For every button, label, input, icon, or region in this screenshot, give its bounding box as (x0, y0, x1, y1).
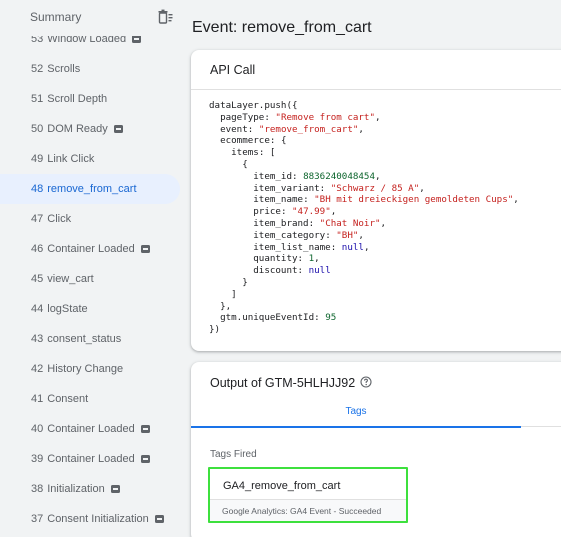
event-number: 47 (31, 213, 44, 225)
output-title: Output of GTM-5HLHJJ92 (210, 376, 356, 390)
api-call-header: API Call (191, 50, 561, 90)
event-number: 44 (31, 303, 44, 315)
event-label: Consent (47, 393, 89, 405)
sidebar-item[interactable]: 37 Consent Initialization (0, 504, 184, 534)
event-label: view_cart (47, 273, 94, 285)
event-list: 53 Window Loaded 52 Scrolls 51 Scroll Depth 50… (0, 24, 184, 534)
event-number: 39 (31, 453, 44, 465)
event-label: remove_from_cart (47, 183, 137, 195)
tag-status: Google Analytics: GA4 Event - Succeeded (210, 499, 406, 521)
event-number: 40 (31, 423, 44, 435)
event-label: Container Loaded (47, 453, 135, 465)
event-title: Event: remove_from_cart (192, 19, 372, 36)
event-number: 43 (31, 333, 44, 345)
container-event-icon (132, 35, 142, 43)
event-number: 52 (31, 63, 44, 75)
sidebar-item[interactable]: 47 Click (0, 204, 184, 234)
sidebar-item[interactable]: 44 logState (0, 294, 184, 324)
sidebar-item[interactable]: 42 History Change (0, 354, 184, 384)
sidebar-item[interactable]: 51 Scroll Depth (0, 84, 184, 114)
container-event-icon (140, 425, 150, 433)
sidebar: 53 Window Loaded 52 Scrolls 51 Scroll Depth 50… (0, 0, 184, 537)
event-number: 50 (31, 123, 44, 135)
tag-card[interactable]: GA4_remove_from_cart Google Analytics: G… (208, 467, 408, 523)
output-card: Output of GTM-5HLHJJ92 Tags Tags Fired G… (191, 362, 561, 537)
event-label: Consent Initialization (47, 513, 149, 525)
event-label: DOM Ready (47, 123, 108, 135)
output-tabs: Tags (191, 402, 561, 428)
sidebar-item[interactable]: 41 Consent (0, 384, 184, 414)
sidebar-item[interactable]: 46 Container Loaded (0, 234, 184, 264)
event-number: 51 (31, 93, 44, 105)
sidebar-item[interactable]: 45 view_cart (0, 264, 184, 294)
sidebar-item[interactable]: 50 DOM Ready (0, 114, 184, 144)
event-label: Container Loaded (47, 243, 135, 255)
event-number: 45 (31, 273, 44, 285)
tab-indicator (191, 426, 521, 428)
code-block: dataLayer.push({ pageType: "Remove from … (209, 100, 519, 336)
event-label: History Change (47, 363, 124, 375)
event-label: Link Click (47, 153, 95, 165)
tags-fired-label: Tags Fired (210, 449, 257, 460)
event-label: logState (47, 303, 88, 315)
sidebar-item[interactable]: 48 remove_from_cart (0, 174, 180, 204)
event-label: Initialization (47, 483, 105, 495)
sidebar-item[interactable]: 52 Scrolls (0, 54, 184, 84)
tag-name: GA4_remove_from_cart (223, 480, 341, 492)
sidebar-item[interactable]: 38 Initialization (0, 474, 184, 504)
event-number: 46 (31, 243, 44, 255)
container-event-icon (154, 515, 164, 523)
event-number: 37 (31, 513, 44, 525)
container-event-icon (140, 455, 150, 463)
sidebar-header: Summary (0, 0, 184, 36)
api-call-title: API Call (210, 63, 256, 77)
api-call-card: API Call dataLayer.push({ pageType: "Rem… (191, 50, 561, 351)
event-number: 42 (31, 363, 44, 375)
event-number: 48 (31, 183, 44, 195)
sidebar-item[interactable]: 40 Container Loaded (0, 414, 184, 444)
event-label: Scrolls (47, 63, 81, 75)
sidebar-item[interactable]: 43 consent_status (0, 324, 184, 354)
event-number: 41 (31, 393, 44, 405)
clear-messages-icon[interactable] (157, 9, 173, 25)
sidebar-item[interactable]: 39 Container Loaded (0, 444, 184, 474)
event-number: 49 (31, 153, 44, 165)
event-number: 38 (31, 483, 44, 495)
event-label: Container Loaded (47, 423, 135, 435)
container-event-icon (110, 485, 120, 493)
event-label: consent_status (47, 333, 122, 345)
event-label: Click (47, 213, 72, 225)
container-event-icon (140, 245, 150, 253)
sidebar-item[interactable]: 49 Link Click (0, 144, 184, 174)
summary-title[interactable]: Summary (30, 10, 81, 24)
container-event-icon (113, 125, 123, 133)
tab-tags[interactable]: Tags (191, 402, 521, 428)
event-label: Scroll Depth (47, 93, 108, 105)
help-icon[interactable] (360, 376, 372, 388)
